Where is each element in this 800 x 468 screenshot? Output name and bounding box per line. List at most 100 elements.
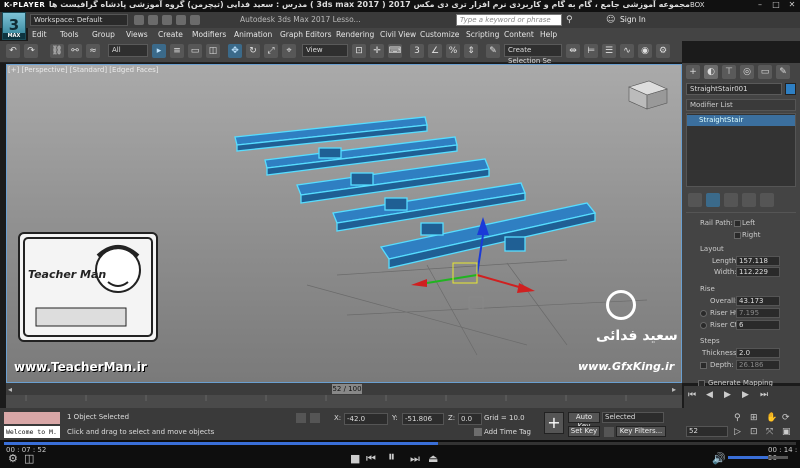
time-slider-thumb[interactable]: 52 / 100 <box>332 384 362 394</box>
make-unique-icon[interactable] <box>724 193 738 207</box>
open-file-icon[interactable] <box>148 15 158 25</box>
workspace-dropdown[interactable]: Workspace: Default <box>30 14 128 26</box>
zoom-all-icon[interactable]: ⊞ <box>750 413 758 423</box>
configure-modifier-sets-icon[interactable] <box>760 193 774 207</box>
menu-item[interactable]: Customize <box>420 28 459 41</box>
player-next-icon[interactable]: ⏭ <box>410 452 420 466</box>
play-animation-icon[interactable]: ▶ <box>724 390 731 400</box>
track-bar[interactable] <box>6 395 682 408</box>
menu-item[interactable]: Help <box>540 28 557 41</box>
edit-named-selection-icon[interactable]: ✎ <box>486 44 500 58</box>
player-stop-icon[interactable]: ■ <box>350 452 360 465</box>
absolute-mode-icon[interactable] <box>310 413 320 423</box>
create-tab-icon[interactable]: + <box>686 65 700 79</box>
y-coord-field[interactable]: -51.806 <box>402 413 444 425</box>
select-scale-icon[interactable]: ⤢ <box>264 44 278 58</box>
undo-icon[interactable]: ↶ <box>6 44 20 58</box>
previous-key-icon[interactable]: ◀ <box>706 390 713 400</box>
riser-ct-lock-icon[interactable] <box>700 322 707 329</box>
sign-in-link[interactable]: Sign In <box>620 15 646 24</box>
unlink-icon[interactable]: ⚯ <box>68 44 82 58</box>
stack-item-straightstair[interactable]: StraightStair <box>687 115 795 126</box>
window-crossing-icon[interactable]: ◫ <box>206 44 220 58</box>
left-checkbox[interactable] <box>734 220 741 227</box>
menu-item[interactable]: Content <box>504 28 534 41</box>
straight-stair-object[interactable] <box>234 116 597 269</box>
rectangular-selection-icon[interactable]: ▭ <box>188 44 202 58</box>
go-to-start-icon[interactable]: ⏮ <box>688 390 696 400</box>
depth-checkbox[interactable] <box>700 362 707 369</box>
menu-item[interactable]: Scripting <box>466 28 499 41</box>
select-manipulate-icon[interactable]: ✛ <box>370 44 384 58</box>
player-eject-icon[interactable]: ⏏ <box>428 452 438 465</box>
menu-item[interactable]: Graph Editors <box>280 28 332 41</box>
menu-item[interactable]: Create <box>158 28 183 41</box>
maximize-viewport-icon[interactable]: ▣ <box>782 427 791 437</box>
player-close-icon[interactable]: ✕ <box>786 0 798 11</box>
overall-spinner[interactable]: 43.173 <box>736 296 780 306</box>
zoom-icon[interactable]: ⚲ <box>734 413 741 423</box>
menu-item[interactable]: Group <box>92 28 115 41</box>
select-move-icon[interactable]: ✥ <box>228 44 242 58</box>
riser-ht-lock-icon[interactable] <box>700 310 707 317</box>
keyboard-shortcut-icon[interactable]: ⌨ <box>388 44 402 58</box>
depth-spinner[interactable]: 26.186 <box>736 360 780 370</box>
player-settings-icon[interactable]: ⚙ <box>8 452 18 465</box>
menu-item[interactable]: Animation <box>234 28 272 41</box>
viewcube-icon[interactable] <box>628 80 668 110</box>
auto-key-button[interactable]: Auto Key <box>568 412 600 430</box>
maxscript-listener[interactable]: Welcome to M. <box>4 426 60 438</box>
length-spinner[interactable]: 157.118 <box>736 256 780 266</box>
selection-filter-dropdown[interactable]: All <box>108 44 148 57</box>
app-menu-button[interactable]: 3 MAX <box>2 12 26 40</box>
right-checkbox[interactable] <box>734 232 741 239</box>
menu-item[interactable]: Tools <box>60 28 78 41</box>
next-frame-icon[interactable]: ▸ <box>672 385 676 394</box>
width-spinner[interactable]: 112.229 <box>736 267 780 277</box>
set-key-button[interactable]: Set Key <box>568 426 600 437</box>
save-file-icon[interactable] <box>162 15 172 25</box>
percent-snap-icon[interactable]: % <box>446 44 460 58</box>
player-pause-icon[interactable]: ⏸ <box>388 449 395 465</box>
material-editor-icon[interactable]: ◉ <box>638 44 652 58</box>
zoom-extents-icon[interactable]: ⊡ <box>750 427 758 437</box>
current-frame-field[interactable]: 52 <box>686 426 728 437</box>
layer-explorer-icon[interactable]: ☰ <box>602 44 616 58</box>
search-input[interactable]: Type a keyword or phrase <box>456 14 562 26</box>
curve-editor-icon[interactable]: ∿ <box>620 44 634 58</box>
reference-coordinate-dropdown[interactable]: View <box>302 44 348 57</box>
object-name-field[interactable]: StraightStair001 <box>686 83 782 95</box>
select-rotate-icon[interactable]: ↻ <box>246 44 260 58</box>
key-filters-button[interactable]: Key Filters... <box>616 426 666 437</box>
modify-tab-icon[interactable]: ◐ <box>704 65 718 79</box>
lock-selection-icon[interactable] <box>296 413 306 423</box>
object-color-swatch[interactable] <box>785 83 796 95</box>
player-volume-icon[interactable]: 🔊 <box>712 452 726 465</box>
modifier-list-dropdown[interactable]: Modifier List <box>686 99 796 111</box>
prev-frame-icon[interactable]: ◂ <box>8 385 12 394</box>
player-3d-icon[interactable]: ◫ <box>24 452 34 465</box>
pan-icon[interactable]: ✋ <box>766 413 777 423</box>
add-time-tag-button[interactable]: Add Time Tag <box>484 428 531 436</box>
viewport-label-menu[interactable]: [+] [Perspective] [Standard] [Edged Face… <box>8 66 159 74</box>
new-scene-icon[interactable] <box>134 15 144 25</box>
select-by-name-icon[interactable]: ≡ <box>170 44 184 58</box>
next-key-icon[interactable]: ▶ <box>742 390 749 400</box>
pivot-center-icon[interactable]: ⊡ <box>352 44 366 58</box>
select-object-icon[interactable]: ▸ <box>152 44 166 58</box>
motion-tab-icon[interactable]: ◎ <box>740 65 754 79</box>
bind-space-warp-icon[interactable]: ≈ <box>86 44 100 58</box>
set-key-plus-button[interactable]: + <box>544 412 564 434</box>
player-minimize-icon[interactable]: – <box>754 0 766 11</box>
riser-ht-spinner[interactable]: 7.195 <box>736 308 780 318</box>
link-icon[interactable]: ⛓ <box>50 44 64 58</box>
thickness-spinner[interactable]: 2.0 <box>736 348 780 358</box>
player-maximize-icon[interactable]: □ <box>770 0 782 11</box>
mirror-icon[interactable]: ⇹ <box>566 44 580 58</box>
render-setup-icon[interactable]: ⚙ <box>656 44 670 58</box>
angle-snap-icon[interactable]: ∠ <box>428 44 442 58</box>
undo-quick-icon[interactable] <box>176 15 186 25</box>
spinner-snap-icon[interactable]: ⇕ <box>464 44 478 58</box>
utilities-tab-icon[interactable]: ✎ <box>776 65 790 79</box>
menu-item[interactable]: Civil View <box>380 28 416 41</box>
